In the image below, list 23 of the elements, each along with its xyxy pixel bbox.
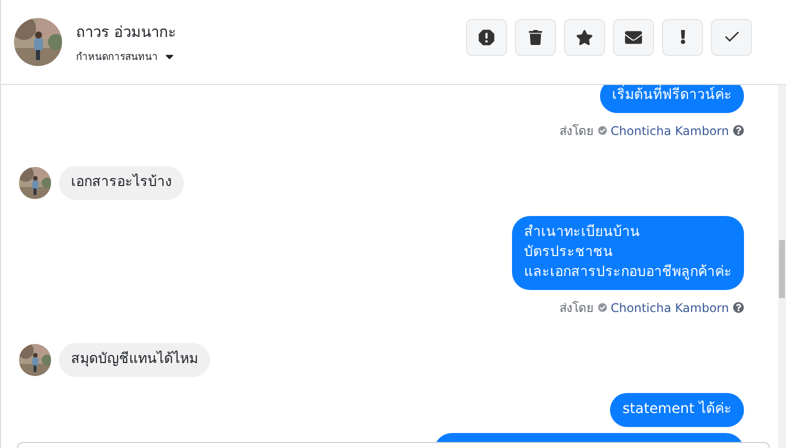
unread-button[interactable] [613, 18, 654, 56]
sent-by-label: ส่งโดย [560, 300, 594, 317]
envelope-icon [625, 28, 642, 46]
help-icon[interactable] [733, 125, 744, 136]
message-bubble: statement ได้ค่ะ [610, 393, 744, 427]
sender-link[interactable]: Chonticha Kamborn [610, 124, 729, 138]
important-button[interactable] [662, 18, 703, 56]
message-bubble: สำเนาทะเบียนบ้าน บัตรประชาชน และเอกสารประกอบอาชีพลูกค้าค่ะ [512, 216, 744, 290]
done-button[interactable] [711, 18, 752, 56]
sender-link[interactable]: Chonticha Kamborn [610, 300, 729, 314]
conversation-menu[interactable]: กำหนดการสนทนา [76, 49, 158, 64]
message-bubble: สมุดบัญชีแทนได้ไหม [59, 343, 210, 377]
star-button[interactable] [564, 18, 605, 56]
scrollbar[interactable] [778, 85, 786, 448]
message-bubble: เอกสารอะไรบ้าง [59, 166, 184, 200]
star-icon [576, 28, 593, 46]
help-icon[interactable] [733, 302, 744, 313]
sent-by-label: ส่งโดย [560, 123, 594, 140]
delete-button[interactable] [515, 18, 556, 56]
report-button[interactable] [466, 18, 507, 56]
trash-icon [528, 30, 543, 44]
alert-octagon-icon [478, 28, 495, 46]
contact-name: ถาวร อ่วมนากะ [76, 22, 177, 43]
